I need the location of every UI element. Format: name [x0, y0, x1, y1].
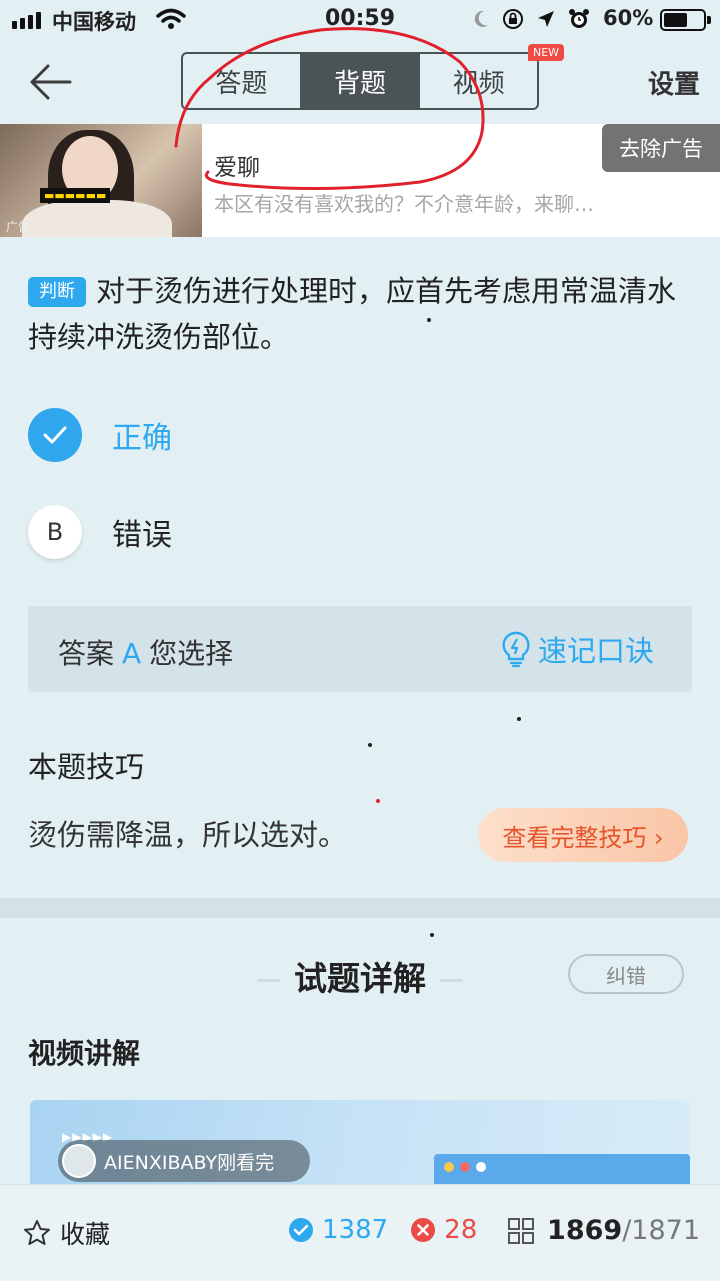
status-bar: 中国移动 00:59 60%: [0, 0, 720, 40]
answer-label: 答案: [58, 637, 115, 670]
stray-dot: [430, 933, 434, 937]
remove-ad-button[interactable]: 去除广告: [602, 124, 720, 172]
question-progress[interactable]: 1869/1871: [507, 1215, 700, 1246]
tip-text: 烫伤需降温，所以选对。: [28, 818, 348, 852]
grid-icon: [508, 1217, 535, 1244]
back-arrow-icon[interactable]: [26, 60, 74, 104]
orientation-lock-icon: [503, 9, 523, 29]
answer-summary: 答案 A 您选择: [58, 632, 233, 672]
battery-icon: [660, 9, 711, 31]
question: 判断 对于烫伤进行处理时，应首先考虑用常温清水持续冲洗烫伤部位。: [28, 268, 694, 360]
ad-label: 广告: [6, 220, 31, 234]
question-type-badge: 判断: [28, 277, 86, 307]
viewer-text: AIENXIBABY刚看完: [104, 1151, 275, 1174]
favorite-label[interactable]: 收藏: [60, 1215, 110, 1251]
tab-answer[interactable]: 答题: [183, 54, 300, 108]
option-a-label[interactable]: 正确: [112, 413, 172, 457]
moon-icon: [474, 10, 488, 27]
bottom-bar: 收藏 1387 28 1869/1871: [0, 1184, 720, 1281]
answer-bar: 答案 A 您选择 速记口诀: [28, 606, 692, 692]
tab-memorize[interactable]: 背题: [299, 54, 419, 108]
answer-value: A: [122, 637, 142, 670]
alarm-icon: [569, 9, 589, 28]
section-divider: [0, 898, 720, 918]
stray-dot: [368, 743, 372, 747]
recent-viewer-pill: AIENXIBABY刚看完: [58, 1140, 310, 1182]
nav-bar: 答题 背题 视频 NEW 设置: [0, 44, 720, 120]
star-icon: [24, 1220, 50, 1245]
option-b-key[interactable]: B: [28, 505, 82, 559]
stray-dot: [427, 318, 431, 322]
detail-title-text: 试题详解: [294, 959, 426, 998]
report-error-button[interactable]: 纠错: [568, 954, 684, 994]
correct-count: 1387: [322, 1215, 389, 1245]
option-a[interactable]: 正确: [28, 408, 172, 462]
video-explanation-heading: 视频讲解: [28, 1037, 141, 1070]
ad-thumbnail[interactable]: ▬▬▬▬▬▬ 广告: [0, 124, 202, 237]
ad-banner[interactable]: ▬▬▬▬▬▬ 广告 爱聊 本区有没有喜欢我的？不介意年龄，来聊… 去除广告: [0, 124, 720, 237]
mode-tabs: 答题 背题 视频: [181, 52, 539, 110]
option-b-label[interactable]: 错误: [112, 510, 172, 554]
view-full-tip-button[interactable]: 查看完整技巧 ›: [478, 808, 688, 862]
settings-button[interactable]: 设置: [648, 64, 700, 101]
status-icons: [472, 8, 590, 30]
ad-title[interactable]: 爱聊: [214, 148, 260, 182]
tab-video[interactable]: 视频: [418, 54, 537, 108]
tip-heading: 本题技巧: [28, 750, 145, 784]
mnemonic-button[interactable]: 速记口诀: [500, 628, 654, 670]
new-badge: NEW: [528, 44, 565, 61]
option-b[interactable]: B 错误: [28, 505, 172, 559]
current-question-number: 1869: [547, 1215, 623, 1246]
total-questions: /1871: [622, 1215, 700, 1246]
stray-dot: [517, 717, 521, 721]
correct-check-icon: [289, 1218, 313, 1242]
your-choice-label: 您选择: [149, 637, 234, 670]
location-icon: [538, 11, 554, 27]
favorite-button[interactable]: 收藏: [22, 1215, 110, 1251]
stray-dot: [376, 799, 380, 803]
wrong-x-icon: [411, 1218, 436, 1242]
check-icon[interactable]: [28, 408, 82, 462]
ad-thumbnail-caption: ▬▬▬▬▬▬: [40, 188, 111, 203]
avatar: [62, 1144, 96, 1178]
lightbulb-icon: [502, 631, 530, 668]
answer-stats: 1387 28: [288, 1215, 477, 1245]
battery-percent: 60%: [603, 6, 654, 30]
ad-description[interactable]: 本区有没有喜欢我的？不介意年龄，来聊…: [214, 188, 594, 217]
mnemonic-label[interactable]: 速记口诀: [538, 628, 654, 670]
wrong-count: 28: [444, 1215, 478, 1245]
question-text: 对于烫伤进行处理时，应首先考虑用常温清水持续冲洗烫伤部位。: [28, 274, 677, 354]
